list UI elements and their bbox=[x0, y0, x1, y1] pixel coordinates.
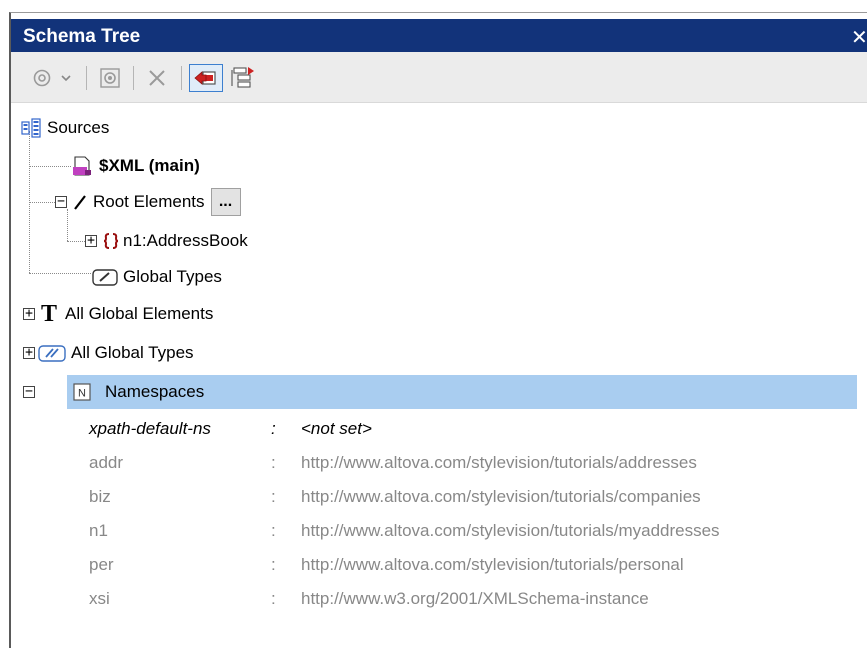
namespace-separator: : bbox=[271, 555, 276, 574]
namespace-separator: : bbox=[271, 487, 276, 506]
namespace-prefix: n1 bbox=[89, 521, 108, 540]
tree-item-address-book[interactable]: + n1:AddressBook bbox=[85, 224, 248, 258]
namespace-separator: : bbox=[271, 589, 276, 608]
collapse-icon[interactable] bbox=[227, 64, 259, 92]
collapse-toggle[interactable]: − bbox=[23, 385, 35, 398]
namespace-separator: : bbox=[271, 521, 276, 540]
toolbar-separator bbox=[133, 66, 134, 90]
namespace-uri: http://www.altova.com/stylevision/tutori… bbox=[301, 453, 697, 472]
namespace-row: biz : http://www.altova.com/stylevision/… bbox=[11, 480, 867, 514]
namespace-prefix: biz bbox=[89, 487, 111, 506]
tree-connector bbox=[29, 202, 55, 203]
text-t-icon: T bbox=[41, 300, 58, 327]
namespace-uri: http://www.altova.com/stylevision/tutori… bbox=[301, 521, 720, 540]
namespace-separator: : bbox=[271, 453, 276, 472]
namespace-uri: http://www.altova.com/stylevision/tutori… bbox=[301, 555, 684, 574]
tree-item-label: n1:AddressBook bbox=[123, 231, 248, 250]
window-title: Schema Tree bbox=[23, 26, 141, 47]
global-types-icon bbox=[37, 343, 67, 363]
tree-connector bbox=[29, 273, 91, 274]
tree-item-namespaces-toggle-row: − bbox=[23, 375, 41, 409]
title-bar: Schema Tree ✕ bbox=[11, 19, 867, 52]
namespace-uri: http://www.altova.com/stylevision/tutori… bbox=[301, 487, 701, 506]
tree-item-root-elements[interactable]: − Root Elements ... bbox=[55, 185, 241, 219]
namespace-row: per : http://www.altova.com/stylevision/… bbox=[11, 548, 867, 582]
schema-tree-window: Schema Tree ✕ Sources $XML (main) − Root… bbox=[9, 12, 867, 648]
tree-item-label: Namespaces bbox=[105, 382, 205, 401]
namespace-row: xsi : http://www.w3.org/2001/XMLSchema-i… bbox=[11, 582, 867, 616]
global-type-icon bbox=[91, 267, 119, 287]
tree-item-label: All Global Elements bbox=[65, 304, 214, 323]
collapse-toggle[interactable]: − bbox=[55, 195, 67, 208]
tree-item-label: Root Elements bbox=[93, 192, 205, 211]
root-elements-more-button[interactable]: ... bbox=[210, 188, 241, 216]
xml-source-icon bbox=[71, 155, 93, 177]
delete-icon[interactable] bbox=[143, 64, 171, 92]
namespace-row: xpath-default-ns : <not set> bbox=[11, 412, 867, 446]
svg-text:N: N bbox=[78, 388, 86, 400]
slash-icon bbox=[73, 194, 87, 210]
dropdown-arrow-icon[interactable] bbox=[57, 64, 75, 92]
toolbar bbox=[11, 52, 867, 103]
element-braces-icon bbox=[103, 232, 119, 250]
tree-item-label: All Global Types bbox=[71, 343, 194, 362]
add-source-icon[interactable] bbox=[29, 64, 55, 92]
tree-item-label: $XML (main) bbox=[99, 156, 200, 175]
namespace-separator: : bbox=[271, 419, 276, 438]
tree-item-label: Sources bbox=[47, 118, 110, 137]
namespace-prefix: xsi bbox=[89, 589, 110, 608]
pin-icon[interactable] bbox=[189, 64, 223, 92]
tree-connector bbox=[67, 241, 85, 242]
namespace-uri: http://www.w3.org/2001/XMLSchema-instanc… bbox=[301, 589, 649, 608]
namespace-row: addr : http://www.altova.com/stylevision… bbox=[11, 446, 867, 480]
tree-item-global-types[interactable]: Global Types bbox=[91, 260, 222, 294]
tree-item-namespaces[interactable]: N Namespaces bbox=[67, 375, 857, 409]
namespace-uri[interactable]: <not set> bbox=[301, 419, 372, 439]
settings-icon[interactable] bbox=[96, 64, 124, 92]
namespace-row: n1 : http://www.altova.com/stylevision/t… bbox=[11, 514, 867, 548]
tree-connector bbox=[29, 166, 71, 167]
namespace-prefix: per bbox=[89, 555, 114, 574]
tree-item-all-global-types[interactable]: + All Global Types bbox=[23, 336, 194, 370]
namespace-icon: N bbox=[73, 383, 91, 401]
expand-toggle[interactable]: + bbox=[85, 234, 97, 247]
namespace-prefix: xpath-default-ns bbox=[89, 419, 211, 438]
tree-item-all-global-elements[interactable]: + T All Global Elements bbox=[23, 297, 213, 331]
sources-icon bbox=[21, 118, 41, 138]
toolbar-separator bbox=[181, 66, 182, 90]
namespace-prefix: addr bbox=[89, 453, 124, 472]
expand-toggle[interactable]: + bbox=[23, 346, 35, 359]
tree-item-label: Global Types bbox=[123, 267, 222, 286]
tree-item-xml-main[interactable]: $XML (main) bbox=[71, 149, 200, 183]
tree-item-sources[interactable]: Sources bbox=[21, 111, 109, 145]
close-icon[interactable]: ✕ bbox=[851, 25, 867, 50]
schema-tree: Sources $XML (main) − Root Elements ... bbox=[11, 103, 867, 648]
expand-toggle[interactable]: + bbox=[23, 307, 35, 320]
toolbar-separator bbox=[86, 66, 87, 90]
